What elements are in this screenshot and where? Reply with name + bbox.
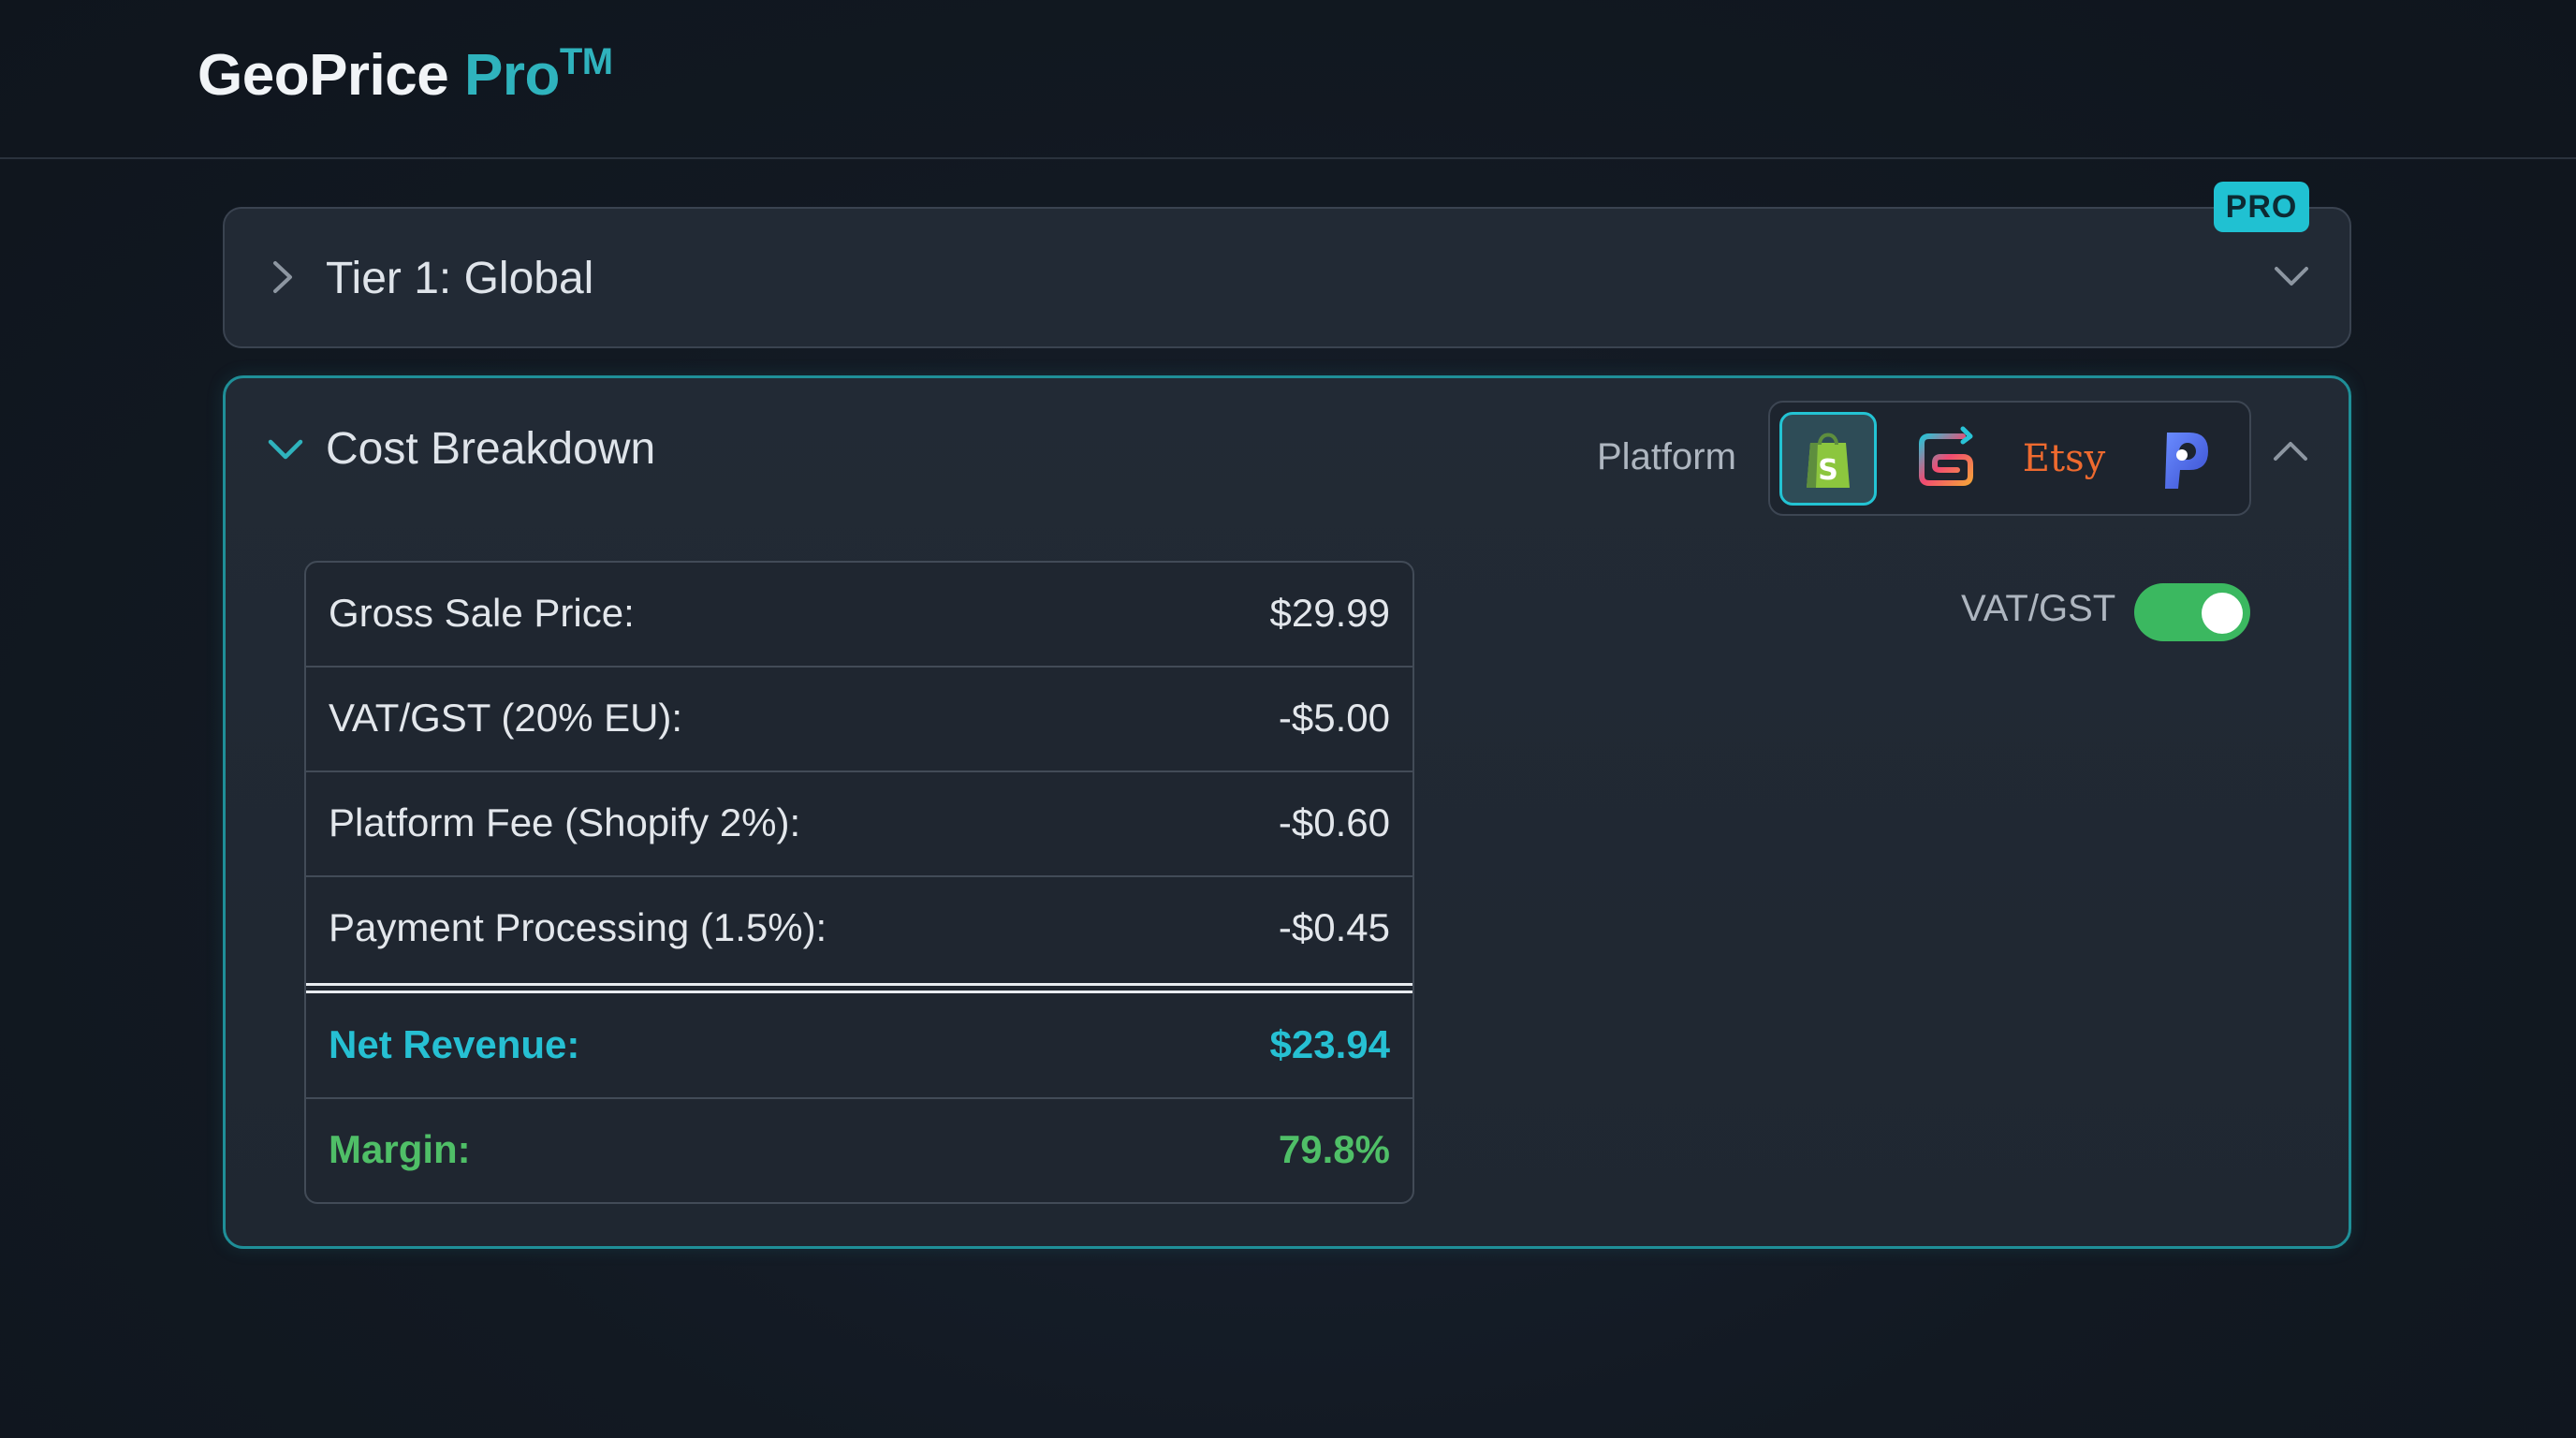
row-label: Platform Fee (Shopify 2%): (329, 800, 801, 844)
brand-trademark: TM (559, 41, 613, 82)
net-revenue-value: $23.94 (1269, 1022, 1390, 1066)
pro-badge: PRO (2214, 182, 2309, 232)
platform-p-button[interactable] (2133, 412, 2231, 506)
table-row-gross: Gross Sale Price: $29.99 (306, 563, 1412, 668)
platform-selector: S Etsy (1768, 401, 2251, 516)
row-label: Payment Processing (1.5%): (329, 905, 827, 949)
svg-text:S: S (1818, 454, 1838, 487)
etsy-logo: Etsy (2022, 437, 2106, 480)
tier-accordion[interactable]: Tier 1: Global (223, 207, 2351, 348)
cost-breakdown-panel: Cost Breakdown Platform S Etsy VAT/GST G… (223, 375, 2351, 1249)
platform-label: Platform (1597, 436, 1736, 477)
net-revenue-label: Net Revenue: (329, 1022, 580, 1066)
table-row-payment-processing: Payment Processing (1.5%): -$0.45 (306, 877, 1412, 982)
chevron-down-icon[interactable] (265, 434, 306, 466)
table-row-platform-fee: Platform Fee (Shopify 2%): -$0.60 (306, 772, 1412, 877)
chevron-right-icon[interactable] (266, 256, 300, 299)
row-label: VAT/GST (20% EU): (329, 696, 683, 740)
tier-title: Tier 1: Global (326, 254, 594, 303)
chevron-up-icon[interactable] (2272, 436, 2309, 466)
toggle-knob (2202, 593, 2243, 634)
vat-gst-toggle[interactable] (2134, 583, 2250, 641)
table-row-margin: Margin: 79.8% (306, 1099, 1412, 1202)
row-value: -$5.00 (1278, 696, 1390, 740)
platform-spiral-button[interactable] (1897, 412, 1995, 506)
row-value: -$0.60 (1278, 800, 1390, 844)
vat-gst-label: VAT/GST (1961, 588, 2116, 629)
app-header: GeoPrice ProTM (0, 0, 2576, 159)
row-value: -$0.45 (1278, 905, 1390, 949)
shopify-bag-icon: S (1807, 433, 1850, 488)
margin-label: Margin: (329, 1127, 471, 1171)
table-row-net-revenue: Net Revenue: $23.94 (306, 994, 1412, 1099)
p-logo-icon (2165, 433, 2208, 489)
table-row-vat: VAT/GST (20% EU): -$5.00 (306, 668, 1412, 772)
cost-breakdown-title: Cost Breakdown (326, 424, 656, 474)
row-value: $29.99 (1269, 591, 1390, 635)
platform-shopify-button[interactable]: S (1779, 412, 1877, 506)
brand-main: GeoPrice (198, 43, 449, 108)
cost-breakdown-table: Gross Sale Price: $29.99 VAT/GST (20% EU… (304, 561, 1414, 1204)
total-divider (306, 983, 1412, 994)
chevron-down-icon[interactable] (2273, 261, 2310, 291)
margin-value: 79.8% (1278, 1127, 1390, 1171)
brand-accent: Pro (463, 43, 560, 108)
row-label: Gross Sale Price: (329, 591, 635, 635)
brand-logo: GeoPrice ProTM (198, 41, 613, 109)
spiral-logo-icon (1919, 426, 1973, 486)
app-window: GeoPrice ProTM Tier 1: Global PRO Cost B… (0, 0, 2576, 1438)
platform-etsy-button[interactable]: Etsy (2015, 412, 2113, 506)
